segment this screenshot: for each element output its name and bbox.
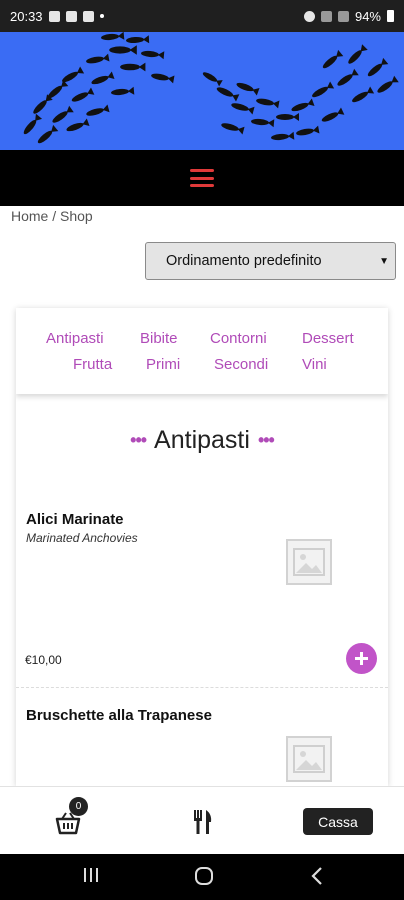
image-placeholder-icon[interactable] <box>286 539 332 585</box>
product-divider <box>16 687 388 688</box>
dots-right-icon: ••• <box>257 430 275 450</box>
product-subtitle: Marinated Anchovies <box>26 531 138 545</box>
category-bibite[interactable]: Bibite <box>140 330 178 347</box>
battery-icon <box>387 10 394 22</box>
add-to-cart-button[interactable] <box>346 643 377 674</box>
category-contorni[interactable]: Contorni <box>210 330 267 347</box>
status-bar: 20:33 94% <box>0 0 404 32</box>
dropdown-arrow-icon: ▼ <box>379 256 389 267</box>
category-secondi[interactable]: Secondi <box>214 356 268 373</box>
fish-school-illustration <box>21 32 399 146</box>
calendar-icon <box>82 10 94 22</box>
section-title: Antipasti <box>154 426 250 454</box>
dots-left-icon: ••• <box>130 430 147 450</box>
category-menu: Antipasti Bibite Contorni Dessert Frutta… <box>16 308 388 394</box>
main-navbar <box>0 150 404 206</box>
hamburger-icon[interactable] <box>190 169 214 187</box>
bottom-action-bar: 0 Cassa <box>0 786 404 854</box>
status-time: 20:33 <box>10 8 43 24</box>
sort-select-value: Ordinamento predefinito <box>166 253 322 269</box>
category-dessert[interactable]: Dessert <box>302 330 354 347</box>
fork-knife-icon[interactable] <box>192 809 214 835</box>
product-name[interactable]: Bruschette alla Trapanese <box>26 707 212 724</box>
cart-count-badge: 0 <box>69 797 88 816</box>
alarm-icon <box>303 10 315 22</box>
image-placeholder-icon[interactable] <box>286 736 332 782</box>
category-vini[interactable]: Vini <box>302 356 327 373</box>
system-nav-bar <box>0 854 404 900</box>
home-icon[interactable] <box>194 866 214 891</box>
recent-apps-icon[interactable] <box>82 866 100 889</box>
plus-icon <box>355 652 368 665</box>
breadcrumb[interactable]: Home / Shop <box>11 208 93 224</box>
product-price: €10,00 <box>25 653 62 667</box>
category-frutta[interactable]: Frutta <box>73 356 112 373</box>
category-primi[interactable]: Primi <box>146 356 180 373</box>
shop-content: Antipasti Bibite Contorni Dessert Frutta… <box>16 308 388 786</box>
cloud-icon <box>65 10 77 22</box>
back-icon[interactable] <box>310 866 324 891</box>
category-antipasti[interactable]: Antipasti <box>46 330 104 347</box>
product-name[interactable]: Alici Marinate <box>26 511 124 528</box>
more-notifications-icon <box>99 14 104 18</box>
header-banner <box>0 32 404 150</box>
signal-icon <box>337 10 349 22</box>
checkout-button[interactable]: Cassa <box>303 808 373 835</box>
sort-select[interactable]: Ordinamento predefinito ▼ <box>145 242 396 280</box>
wifi-icon <box>320 10 332 22</box>
battery-percent: 94% <box>354 8 381 24</box>
gallery-icon <box>48 10 60 22</box>
section-heading: ••• Antipasti ••• <box>16 426 388 455</box>
